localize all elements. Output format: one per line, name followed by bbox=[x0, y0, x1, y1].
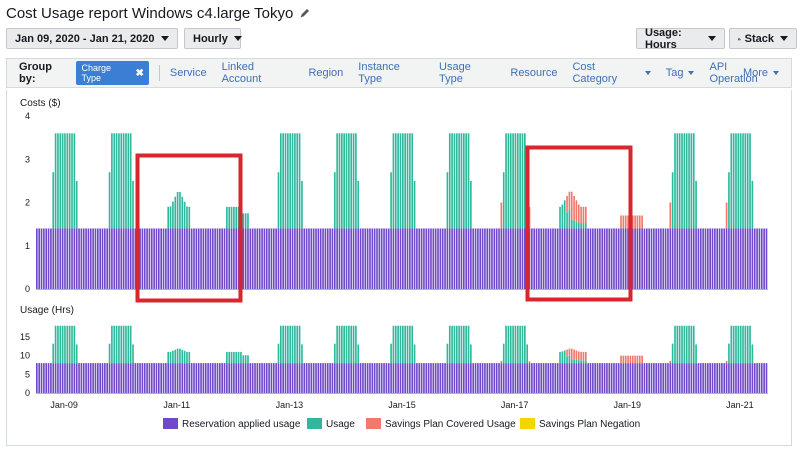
divider bbox=[158, 65, 160, 81]
date-range-select[interactable]: Jan 09, 2020 - Jan 21, 2020 bbox=[6, 28, 178, 49]
group-by-label: Group by: bbox=[19, 61, 52, 85]
chart-style-select[interactable]: Stack bbox=[729, 28, 797, 49]
usage-select[interactable]: Usage: Hours bbox=[636, 26, 725, 51]
group-by-option-cost-category[interactable]: Cost Category bbox=[572, 61, 651, 85]
chevron-down-icon bbox=[161, 36, 169, 41]
pencil-icon[interactable] bbox=[299, 7, 311, 19]
group-by-option-label: Resource bbox=[510, 67, 558, 79]
group-by-chip-label: Charge Type bbox=[81, 63, 111, 83]
group-by-option-usage-type[interactable]: Usage Type bbox=[439, 61, 495, 85]
chevron-down-icon bbox=[780, 36, 788, 41]
chevron-down-icon bbox=[688, 71, 695, 75]
group-by-option-tag[interactable]: Tag bbox=[666, 61, 695, 85]
more-label: More bbox=[742, 67, 768, 79]
chevron-down-icon bbox=[233, 36, 242, 41]
bar-chart-icon bbox=[738, 37, 741, 40]
report-title: Cost Usage report Windows c4.large Tokyo bbox=[6, 4, 294, 22]
group-by-option-label: Instance Type bbox=[358, 61, 400, 85]
group-by-option-label: Service bbox=[169, 67, 207, 79]
group-by-option-service[interactable]: Service bbox=[170, 61, 207, 85]
group-by-option-instance-type[interactable]: Instance Type bbox=[358, 61, 424, 85]
granularity-value: Hourly bbox=[193, 32, 228, 45]
group-by-option-label: Cost Category bbox=[572, 61, 618, 85]
group-by-options: Service Linked Account Region Instance Type… bbox=[170, 61, 791, 85]
more-button[interactable]: More bbox=[743, 67, 779, 79]
chevron-down-icon bbox=[773, 71, 779, 75]
group-by-option-label: Linked Account bbox=[221, 61, 262, 85]
group-by-option-resource[interactable]: Resource bbox=[510, 61, 557, 85]
group-by-option-label: Region bbox=[308, 67, 344, 79]
date-range-value: Jan 09, 2020 - Jan 21, 2020 bbox=[15, 32, 155, 45]
chart-style-value: Stack bbox=[744, 32, 774, 45]
granularity-select[interactable]: Hourly bbox=[184, 28, 242, 49]
title-row: Cost Usage report Windows c4.large Tokyo bbox=[6, 3, 311, 23]
chevron-down-icon bbox=[644, 71, 651, 75]
group-by-bar: Group by: Charge Type ✖ Service Linked Ac… bbox=[6, 58, 792, 88]
group-by-option-label: Usage Type bbox=[439, 61, 471, 85]
group-by-option-region[interactable]: Region bbox=[308, 61, 343, 85]
group-by-chip[interactable]: Charge Type ✖ bbox=[76, 61, 149, 85]
usage-select-value: Usage: Hours bbox=[645, 26, 682, 51]
group-by-option-linked-account[interactable]: Linked Account bbox=[222, 61, 294, 85]
chart-panel bbox=[6, 90, 792, 446]
group-by-option-label: Tag bbox=[665, 67, 684, 79]
chevron-down-icon bbox=[708, 36, 716, 41]
close-icon[interactable]: ✖ bbox=[136, 68, 144, 79]
